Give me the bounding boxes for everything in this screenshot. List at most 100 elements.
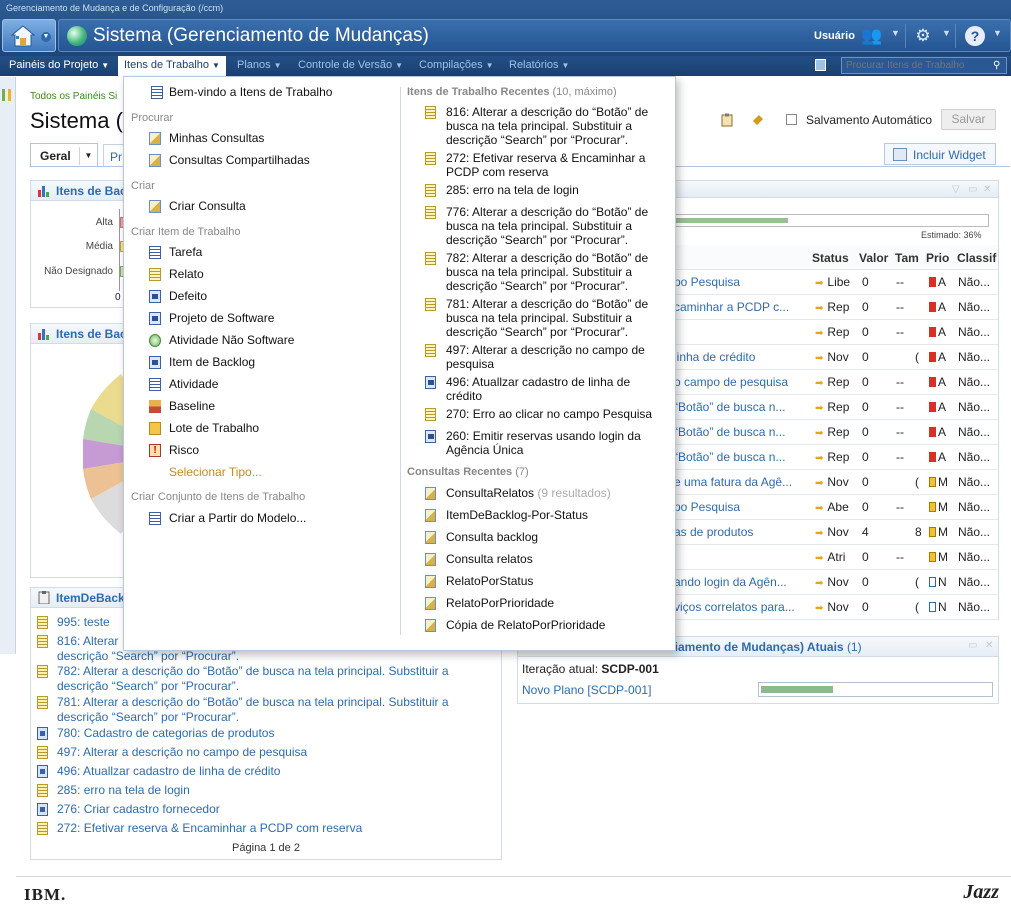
list-item[interactable]: 276: Criar cadastro fornecedor <box>57 802 497 817</box>
menu-item-type-atividade-nao-software[interactable]: Atividade Não Software <box>169 333 294 347</box>
close-icon[interactable]: ✕ <box>985 640 993 651</box>
recent-query[interactable]: ConsultaRelatos (9 resultados) <box>446 486 611 500</box>
row-summary-link[interactable]: po Pesquisa <box>674 500 814 514</box>
recent-item[interactable]: 497: Alterar a descrição no campo de pes… <box>446 343 661 371</box>
col-tam[interactable]: Tam <box>895 251 919 265</box>
row-summary-link[interactable]: “Botão” de busca n... <box>674 425 814 439</box>
row-summary-link[interactable]: linha de crédito <box>674 350 814 364</box>
menu-item-type-lote[interactable]: Lote de Trabalho <box>169 421 259 435</box>
users-icon[interactable]: 👥 <box>861 26 882 46</box>
col-prio[interactable]: Prio <box>926 251 951 265</box>
menu-item-type-risco[interactable]: Risco <box>169 443 199 457</box>
nav-item-builds[interactable]: Compilações ▼ <box>419 59 494 71</box>
row-summary-link[interactable]: ando login da Agên... <box>674 575 814 589</box>
menu-item-shared-queries[interactable]: Consultas Compartilhadas <box>169 153 310 167</box>
nav-item-source-control[interactable]: Controle de Versão ▼ <box>298 59 403 71</box>
list-item[interactable]: 497: Alterar a descrição no campo de pes… <box>57 745 497 760</box>
plan-link[interactable]: Novo Plano [SCDP-001] <box>522 683 651 697</box>
menu-item-type-backlog[interactable]: Item de Backlog <box>169 355 255 369</box>
recent-item[interactable]: 496: Atuallzar cadastro de linha de créd… <box>446 375 661 403</box>
widget-title[interactable]: Itens de Bac <box>56 327 127 341</box>
recent-query[interactable]: Consulta relatos <box>446 552 533 566</box>
list-item[interactable]: 780: Cadastro de categorias de produtos <box>57 726 497 741</box>
row-summary-link[interactable]: viços correlatos para... <box>674 600 814 614</box>
menu-item-type-defeito[interactable]: Defeito <box>169 289 207 303</box>
widget-maximize-icon[interactable]: ▭ <box>968 640 977 651</box>
recent-item[interactable]: 781: Alterar a descrição do “Botão” de b… <box>446 297 661 339</box>
nav-item-reports[interactable]: Relatórios ▼ <box>509 59 569 71</box>
list-item-cont[interactable]: descrição “Search” por “Procurar”. <box>57 710 497 725</box>
widget-minimize-icon[interactable]: ▽ <box>952 184 960 195</box>
menu-item-type-tarefa[interactable]: Tarefa <box>169 245 202 259</box>
recent-query[interactable]: Cópia de RelatoPorPrioridade <box>446 618 605 632</box>
view-selector-icon[interactable] <box>815 59 826 71</box>
row-summary-link[interactable]: caminhar a PCDP c... <box>674 300 814 314</box>
recent-item[interactable]: 776: Alterar a descrição do “Botão” de b… <box>446 205 661 247</box>
nav-item-work-items[interactable]: Itens de Trabalho ▼ <box>118 56 226 77</box>
save-button[interactable]: Salvar <box>941 109 996 130</box>
recent-item[interactable]: 270: Erro ao clicar no campo Pesquisa <box>446 407 661 421</box>
home-button[interactable]: ▼ <box>2 19 56 52</box>
row-summary-link[interactable]: po Pesquisa <box>674 275 814 289</box>
row-summary-link[interactable]: o campo de pesquisa <box>674 375 814 389</box>
list-item[interactable]: 272: Efetivar reserva & Encaminhar a PCD… <box>57 821 497 836</box>
recent-query[interactable]: ItemDeBacklog-Por-Status <box>446 508 588 522</box>
menu-item-create-query[interactable]: Criar Consulta <box>169 199 246 213</box>
menu-item-select-type[interactable]: Selecionar Tipo... <box>169 465 262 479</box>
list-item-cont[interactable]: descrição “Search” por “Procurar”. <box>57 679 497 694</box>
recent-item[interactable]: 782: Alterar a descrição do “Botão” de b… <box>446 251 661 293</box>
help-chevron-icon[interactable]: ▼ <box>993 28 1002 38</box>
list-item-cont[interactable]: descrição “Search” por “Procurar”. <box>57 649 497 664</box>
widget-title[interactable]: Itens de Back <box>56 184 133 198</box>
help-icon[interactable]: ? <box>965 26 985 46</box>
tab-geral[interactable]: Geral ▼ <box>30 143 98 167</box>
widget-title[interactable]: ItemDeBackl <box>56 591 128 605</box>
recent-item[interactable]: 816: Alterar a descrição do “Botão” de b… <box>446 105 661 147</box>
left-sidebar[interactable] <box>0 77 16 654</box>
recent-query[interactable]: RelatoPorStatus <box>446 574 533 588</box>
row-summary-link[interactable]: as de produtos <box>674 525 814 539</box>
row-status: ➡ Rep <box>815 400 850 414</box>
recent-item[interactable]: 260: Emitir reservas usando login da Agê… <box>446 429 661 457</box>
tab-menu-chevron-icon[interactable]: ▼ <box>79 147 97 165</box>
row-summary-link[interactable]: “Botão” de busca n... <box>674 450 814 464</box>
menu-item-type-relato[interactable]: Relato <box>169 267 204 281</box>
user-menu[interactable]: Usuário <box>814 30 855 42</box>
list-item[interactable]: 496: Atuallzar cadastro de linha de créd… <box>57 764 497 779</box>
menu-item-type-projeto[interactable]: Projeto de Software <box>169 311 274 325</box>
search-input[interactable] <box>841 57 1007 74</box>
menu-item-from-template[interactable]: Criar a Partir do Modelo... <box>169 511 306 525</box>
list-item[interactable]: 782: Alterar a descrição do “Botão” de b… <box>57 664 497 679</box>
include-widget-button[interactable]: Incluir Widget <box>884 143 996 165</box>
refresh-icon[interactable] <box>751 113 765 127</box>
gear-icon[interactable]: ⚙ <box>913 26 933 46</box>
col-status[interactable]: Status <box>812 251 849 265</box>
list-item[interactable]: 781: Alterar a descrição do “Botão” de b… <box>57 695 497 710</box>
menu-item-my-queries[interactable]: Minhas Consultas <box>169 131 264 145</box>
dashboards-grid-icon[interactable] <box>2 89 14 101</box>
row-summary-link[interactable]: e uma fatura da Agê... <box>674 475 814 489</box>
col-classif[interactable]: Classif <box>957 251 998 265</box>
users-chevron-icon[interactable]: ▼ <box>891 28 900 38</box>
gear-chevron-icon[interactable]: ▼ <box>942 28 951 38</box>
recent-item[interactable]: 285: erro na tela de login <box>446 183 661 197</box>
nav-item-plans[interactable]: Planos ▼ <box>237 59 282 71</box>
col-valor[interactable]: Valor <box>859 251 889 265</box>
recent-item[interactable]: 272: Efetivar reserva & Encaminhar a PCD… <box>446 151 661 179</box>
menu-item-welcome[interactable]: Bem-vindo a Itens de Trabalho <box>169 85 332 99</box>
close-icon[interactable]: ✕ <box>983 184 991 195</box>
breadcrumb[interactable]: Todos os Painéis Si <box>30 91 117 102</box>
nav-item-project-dashboards[interactable]: Painéis do Projeto ▼ <box>9 59 109 71</box>
clipboard-icon[interactable] <box>720 113 734 127</box>
menu-item-type-baseline[interactable]: Baseline <box>169 399 215 413</box>
widget-maximize-icon[interactable]: ▭ <box>968 184 977 195</box>
search-icon[interactable]: ⚲ <box>993 60 1004 71</box>
home-menu-chevron-icon[interactable]: ▼ <box>41 32 51 42</box>
recent-query[interactable]: Consulta backlog <box>446 530 538 544</box>
menu-item-type-atividade[interactable]: Atividade <box>169 377 218 391</box>
list-item[interactable]: 285: erro na tela de login <box>57 783 497 798</box>
recent-query[interactable]: RelatoPorPrioridade <box>446 596 554 610</box>
autosave-checkbox[interactable] <box>786 114 797 125</box>
widget-title[interactable]: ciamento de Mudanças) Atuais (1) <box>668 640 862 654</box>
row-summary-link[interactable]: “Botão” de busca n... <box>674 400 814 414</box>
